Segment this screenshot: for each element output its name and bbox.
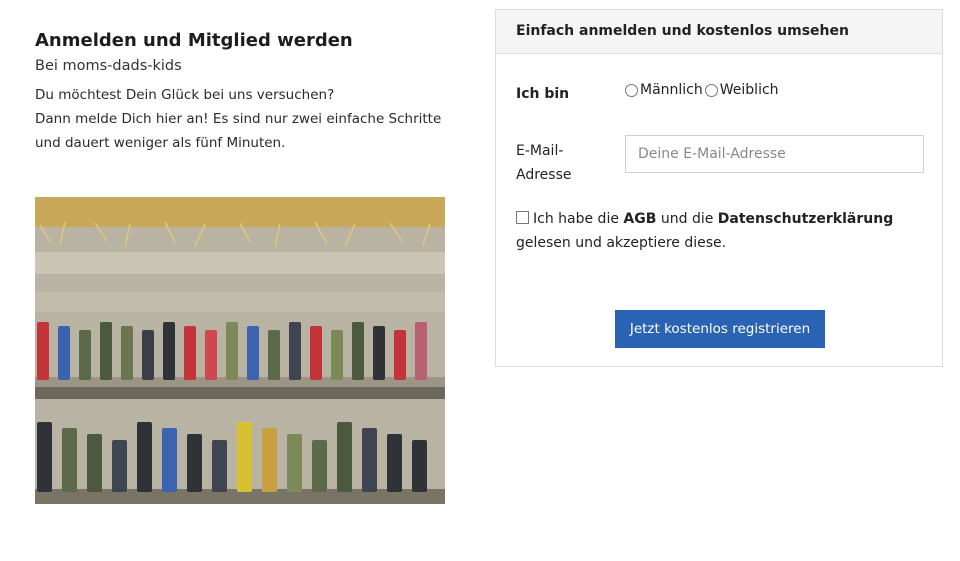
radio-male-label[interactable]: Männlich: [640, 82, 703, 98]
agb-link[interactable]: AGB: [623, 211, 656, 227]
email-label: E-Mail- Adresse: [516, 139, 586, 187]
intro-line: und dauert weniger als fünf Minuten.: [35, 135, 286, 151]
rubber-boots-photo: [35, 197, 445, 504]
terms-prefix: Ich habe die: [533, 211, 624, 227]
privacy-link[interactable]: Datenschutzerklärung: [718, 211, 893, 227]
radio-female[interactable]: Weiblich: [704, 82, 779, 98]
registration-panel: Einfach anmelden und kostenlos umsehen I…: [495, 9, 943, 367]
intro-text: Du möchtest Dein Glück bei uns versuchen…: [35, 83, 455, 155]
terms-row: Ich habe die AGB und die Datenschutzerkl…: [516, 207, 922, 255]
terms-checkbox[interactable]: [516, 211, 529, 224]
gender-label: Ich bin: [516, 86, 570, 102]
email-label-line1: E-Mail-: [516, 143, 564, 159]
page-title: Anmelden und Mitglied werden: [35, 30, 353, 51]
register-button[interactable]: Jetzt kostenlos registrieren: [615, 310, 825, 348]
terms-middle: und die: [656, 211, 718, 227]
intro-line: Dann melde Dich hier an! Es sind nur zwe…: [35, 111, 442, 127]
panel-header: Einfach anmelden und kostenlos umsehen: [496, 10, 942, 54]
email-row: E-Mail- Adresse: [516, 135, 924, 195]
email-label-line2: Adresse: [516, 167, 572, 183]
email-field[interactable]: [625, 135, 924, 173]
intro-line: Du möchtest Dein Glück bei uns versuchen…: [35, 87, 335, 103]
radio-female-circle[interactable]: [704, 83, 718, 97]
terms-suffix: gelesen und akzeptiere diese.: [516, 235, 727, 251]
page-subtitle: Bei moms-dads-kids: [35, 58, 182, 74]
gender-options: Männlich Weiblich: [625, 82, 781, 98]
intro-section: Anmelden und Mitglied werden Bei moms-da…: [35, 30, 455, 155]
radio-male[interactable]: Männlich: [625, 82, 703, 98]
radio-male-circle[interactable]: [625, 83, 638, 97]
radio-female-label[interactable]: Weiblich: [720, 82, 779, 98]
gender-row: Ich bin Männlich Weiblich: [516, 82, 922, 112]
